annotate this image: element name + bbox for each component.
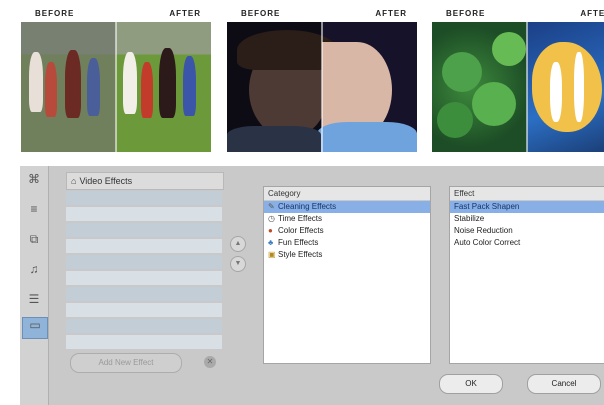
effect-item[interactable]: Fast Pack Shapen (450, 201, 604, 213)
transition-tool-icon[interactable]: ⧉ (26, 232, 42, 246)
child-photo (227, 22, 417, 152)
figure-icon: ♣ (268, 238, 274, 247)
tool-sidebar: ⌘ ≡ ⧉ ♫ ☰ ▭ (20, 166, 49, 405)
soccer-photo (21, 22, 211, 152)
video-effects-tool-icon[interactable]: ▭ (22, 317, 48, 339)
trash-icon[interactable]: ✕ (204, 356, 216, 368)
before-label: BEFORE (35, 9, 75, 18)
effect-slot[interactable] (66, 319, 222, 333)
comparison-child: BEFORE AFTER (227, 8, 417, 152)
before-label: BEFORE (446, 9, 486, 18)
category-header: Category (264, 187, 430, 201)
video-effects-icon: ⌂ (71, 176, 77, 186)
effect-slot[interactable] (66, 223, 222, 237)
effect-slot[interactable] (66, 191, 222, 205)
effect-slot[interactable] (66, 335, 222, 349)
effect-slot[interactable] (66, 303, 222, 317)
cancel-button[interactable]: Cancel (527, 374, 601, 394)
category-item-cleaning[interactable]: ✎ Cleaning Effects (264, 201, 430, 213)
category-list: Category ✎ Cleaning Effects ◷ Time Effects… (263, 186, 431, 364)
effect-list: Effect Fast Pack Shapen Stabilize Noise … (449, 186, 604, 364)
comparison-fish: BEFORE AFTER (432, 8, 604, 152)
ok-button[interactable]: OK (439, 374, 503, 394)
panel-title: Video Effects (79, 176, 133, 186)
clock-icon: ◷ (268, 214, 275, 223)
category-item-color[interactable]: ● Color Effects (264, 225, 430, 237)
title-tool-icon[interactable]: ≡ (26, 202, 42, 216)
scroll-up-button[interactable]: ▲ (230, 236, 246, 252)
effect-slot[interactable] (66, 207, 222, 221)
after-label: AFTER (169, 9, 201, 18)
after-label: AFTER (580, 9, 604, 18)
palette-icon: ● (268, 226, 273, 235)
panel-header: ⌂ Video Effects (66, 172, 224, 190)
category-item-fun[interactable]: ♣ Fun Effects (264, 237, 430, 249)
effect-item[interactable]: Noise Reduction (450, 225, 604, 237)
edit-tool-icon[interactable]: ⌘ (26, 172, 42, 186)
brush-icon: ✎ (268, 202, 275, 211)
after-label: AFTER (375, 9, 407, 18)
audio-tool-icon[interactable]: ♫ (26, 262, 42, 276)
scroll-down-button[interactable]: ▼ (230, 256, 246, 272)
comparison-soccer: BEFORE AFTER (21, 8, 211, 152)
frame-icon: ▣ (268, 250, 276, 259)
effect-item[interactable]: Stabilize (450, 213, 604, 225)
category-item-style[interactable]: ▣ Style Effects (264, 249, 430, 261)
video-effects-panel: ⌂ Video Effects Add New Effect ✕ (66, 172, 224, 382)
effect-item[interactable]: Auto Color Correct (450, 237, 604, 249)
effect-slot[interactable] (66, 239, 222, 253)
effect-slot[interactable] (66, 287, 222, 301)
category-item-time[interactable]: ◷ Time Effects (264, 213, 430, 225)
effects-slot-list (66, 191, 222, 351)
fish-photo (432, 22, 604, 152)
menu-tool-icon[interactable]: ☰ (26, 292, 42, 306)
effect-slot[interactable] (66, 255, 222, 269)
add-new-effect-button[interactable]: Add New Effect (70, 353, 182, 373)
effect-slot[interactable] (66, 271, 222, 285)
before-label: BEFORE (241, 9, 281, 18)
effect-header: Effect (450, 187, 604, 201)
effects-dialog: ⌘ ≡ ⧉ ♫ ☰ ▭ ⌂ Video Effects Add New Effec… (20, 166, 604, 405)
